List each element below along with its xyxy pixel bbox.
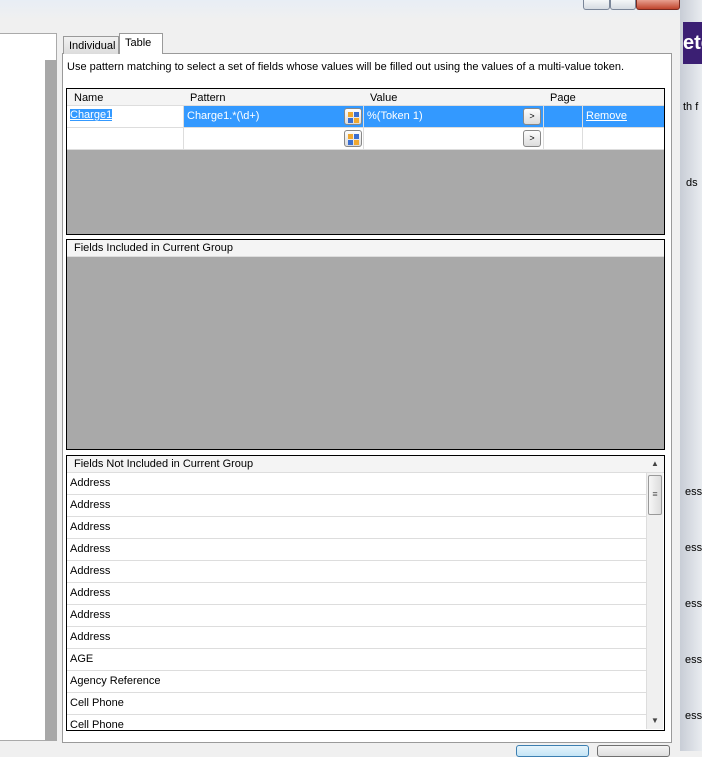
included-fields-list[interactable]: Fields Included in Current Group (66, 239, 665, 450)
background-text: ess' (685, 486, 702, 498)
scroll-down-arrow-icon[interactable]: ▼ (651, 716, 659, 725)
name-cell[interactable] (67, 128, 184, 149)
column-header-name[interactable]: Name (74, 92, 103, 104)
field-list-item[interactable]: Address (67, 561, 646, 583)
column-header-pattern[interactable]: Pattern (190, 92, 225, 104)
background-text: ess' (685, 598, 702, 610)
field-list-item[interactable]: Address (67, 517, 646, 539)
minimize-button[interactable] (583, 0, 610, 10)
pattern-builder-button[interactable] (344, 108, 362, 125)
not-included-fields-header: Fields Not Included in Current Group (67, 456, 664, 473)
field-list-item[interactable]: Address (67, 627, 646, 649)
maximize-button[interactable] (610, 0, 636, 10)
grid-icon (347, 134, 359, 145)
cancel-button[interactable] (597, 745, 670, 757)
background-text: th f (683, 101, 699, 113)
field-list-item[interactable]: AGE (67, 649, 646, 671)
pattern-builder-button[interactable] (344, 130, 362, 147)
field-list-item[interactable]: Address (67, 539, 646, 561)
column-header-value[interactable]: Value (370, 92, 397, 104)
field-list-item[interactable]: Agency Reference (67, 671, 646, 693)
page-cell[interactable] (544, 106, 583, 127)
background-text: ess' (685, 542, 702, 554)
title-bar (0, 0, 682, 20)
grid-header: Name Pattern Value Page (67, 89, 664, 106)
not-included-fields-list[interactable]: Fields Not Included in Current Group Add… (66, 455, 665, 731)
background-heading: ete (683, 22, 702, 64)
vertical-scrollbar[interactable]: ▲ ≡ ▼ (646, 459, 663, 729)
close-button[interactable] (636, 0, 680, 10)
grid-row-new[interactable]: > (67, 128, 664, 150)
value-cell[interactable]: %(Token 1) (364, 106, 544, 127)
grid-icon (347, 112, 359, 123)
pattern-cell[interactable] (184, 128, 364, 149)
ok-button[interactable] (516, 745, 589, 757)
tab-individual[interactable]: Individual (63, 36, 119, 54)
field-list-item[interactable]: Address (67, 495, 646, 517)
remove-link[interactable]: Remove (586, 110, 627, 122)
grid-row-selected[interactable]: Charge1 Charge1.*(\d+) %(Token 1) > Remo… (67, 106, 664, 128)
scroll-thumb[interactable]: ≡ (648, 475, 662, 515)
page-cell[interactable] (544, 128, 583, 149)
description: Use pattern matching to select a set of … (67, 61, 625, 73)
field-list-item[interactable]: Cell Phone (67, 693, 646, 715)
action-cell (583, 128, 664, 149)
field-list-item[interactable]: Address (67, 583, 646, 605)
name-input[interactable]: Charge1 (70, 109, 113, 121)
pattern-cell[interactable]: Charge1.*(\d+) (184, 106, 364, 127)
value-picker-button[interactable]: > (523, 130, 541, 147)
pattern-grid: Name Pattern Value Page Charge1 Charge1.… (66, 88, 665, 235)
background-text: ds (686, 177, 698, 189)
tab-table[interactable]: Table (119, 33, 163, 54)
included-fields-header: Fields Included in Current Group (67, 240, 664, 257)
background-text: ess' (685, 654, 702, 666)
field-list-item[interactable]: Address (67, 473, 646, 495)
column-header-page[interactable]: Page (550, 92, 576, 104)
value-cell[interactable] (364, 128, 544, 149)
value-picker-button[interactable]: > (523, 108, 541, 125)
scroll-up-arrow-icon[interactable]: ▲ (651, 459, 659, 468)
background-text: ess' (685, 710, 702, 722)
field-list-item[interactable]: Cell Phone (67, 715, 646, 730)
field-list-item[interactable]: Address (67, 605, 646, 627)
left-pane-gray (45, 60, 57, 741)
